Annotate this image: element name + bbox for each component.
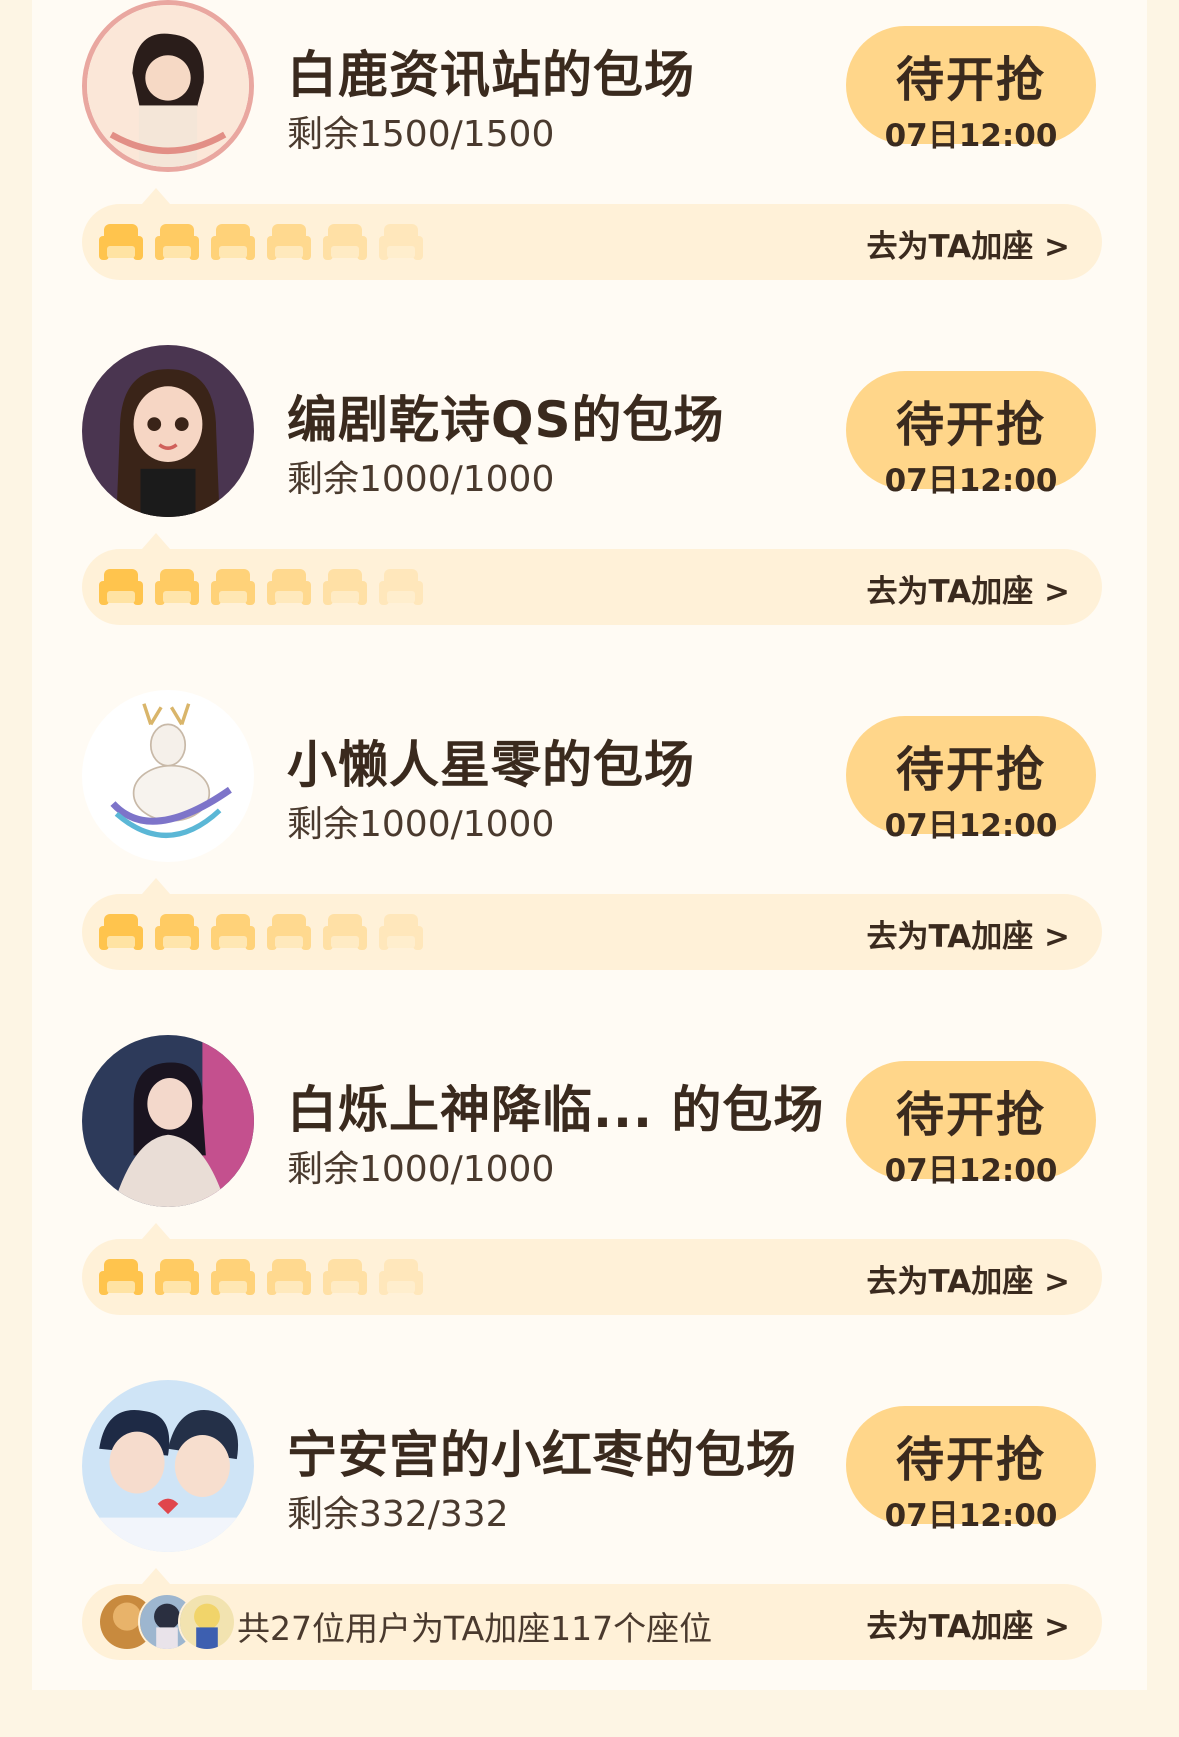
users-strip[interactable]: 共27位用户为TA加座117个座位 去为TA加座 > — [82, 1584, 1102, 1660]
remaining-seats: 剩余1000/1000 — [287, 804, 555, 845]
sofa-seat-icon — [154, 565, 200, 609]
remaining-seats: 剩余1000/1000 — [287, 459, 555, 500]
booking-card: 白鹿资讯站的包场 剩余1500/1500 待开抢 07日12:00 去为TA加座… — [32, 0, 1147, 300]
strip-pointer — [142, 878, 170, 894]
grab-button-label: 待开抢 — [895, 742, 1046, 798]
sofa-seat-icon — [266, 1255, 312, 1299]
sofa-seat-icon — [266, 220, 312, 264]
strip-pointer — [142, 1568, 170, 1584]
grab-button-time: 07日12:00 — [884, 1498, 1058, 1534]
sofa-seat-icon — [378, 220, 424, 264]
strip-pointer — [142, 1223, 170, 1239]
cartoon-girl-avatar[interactable] — [82, 345, 254, 517]
seat-row — [98, 565, 424, 609]
grab-button[interactable]: 待开抢 07日12:00 — [846, 716, 1096, 844]
user-avatar — [178, 1593, 236, 1651]
booking-card: 小懒人星零的包场 剩余1000/1000 待开抢 07日12:00 去为TA加座… — [32, 690, 1147, 990]
sofa-seat-icon — [154, 1255, 200, 1299]
seat-strip[interactable]: 去为TA加座 > — [82, 1239, 1102, 1315]
supporter-avatars — [98, 1593, 236, 1651]
sofa-seat-icon — [210, 220, 256, 264]
grab-button[interactable]: 待开抢 07日12:00 — [846, 371, 1096, 499]
add-seat-link[interactable]: 去为TA加座 > — [867, 221, 1071, 266]
booking-card: 白烁上神降临... 的包场 剩余1000/1000 待开抢 07日12:00 去… — [32, 1035, 1147, 1335]
grab-button-label: 待开抢 — [895, 1432, 1046, 1488]
grab-button-label: 待开抢 — [895, 1087, 1046, 1143]
sofa-seat-icon — [98, 1255, 144, 1299]
sofa-seat-icon — [266, 910, 312, 954]
grab-button[interactable]: 待开抢 07日12:00 — [846, 1061, 1096, 1189]
sofa-seat-icon — [154, 910, 200, 954]
booking-card: 编剧乾诗QS的包场 剩余1000/1000 待开抢 07日12:00 去为TA加… — [32, 345, 1147, 645]
sofa-seat-icon — [210, 1255, 256, 1299]
add-seat-link[interactable]: 去为TA加座 > — [867, 566, 1071, 611]
sofa-seat-icon — [210, 910, 256, 954]
supporters-summary: 共27位用户为TA加座117个座位 — [237, 1609, 713, 1648]
grab-button[interactable]: 待开抢 07日12:00 — [846, 26, 1096, 154]
booking-title: 白烁上神降临... 的包场 — [287, 1081, 825, 1139]
strip-pointer — [142, 188, 170, 204]
booking-title: 编剧乾诗QS的包场 — [287, 391, 725, 449]
sofa-seat-icon — [210, 565, 256, 609]
grab-button-label: 待开抢 — [895, 397, 1046, 453]
remaining-seats: 剩余1500/1500 — [287, 114, 555, 155]
sofa-seat-icon — [378, 1255, 424, 1299]
sofa-seat-icon — [154, 220, 200, 264]
booking-title: 宁安宫的小红枣的包场 — [287, 1426, 797, 1484]
remaining-seats: 剩余1000/1000 — [287, 1149, 555, 1190]
sofa-seat-icon — [98, 910, 144, 954]
seat-strip[interactable]: 去为TA加座 > — [82, 204, 1102, 280]
costume-actress-avatar[interactable] — [82, 1035, 254, 1207]
sofa-seat-icon — [322, 220, 368, 264]
grab-button-label: 待开抢 — [895, 52, 1046, 108]
strip-pointer — [142, 533, 170, 549]
grab-button-time: 07日12:00 — [884, 1153, 1058, 1189]
cartoon-couple-avatar[interactable] — [82, 1380, 254, 1552]
booking-card: 宁安宫的小红枣的包场 剩余332/332 待开抢 07日12:00 共27位用户… — [32, 1380, 1147, 1680]
grab-button-time: 07日12:00 — [884, 118, 1058, 154]
seat-row — [98, 910, 424, 954]
booking-title: 白鹿资讯站的包场 — [287, 46, 695, 104]
sofa-seat-icon — [322, 910, 368, 954]
seat-row — [98, 220, 424, 264]
sofa-seat-icon — [378, 565, 424, 609]
booking-title: 小懒人星零的包场 — [287, 736, 695, 794]
seat-booking-panel: 白鹿资讯站的包场 剩余1500/1500 待开抢 07日12:00 去为TA加座… — [32, 0, 1147, 1690]
fan-portrait-avatar[interactable] — [82, 0, 254, 172]
sofa-seat-icon — [98, 565, 144, 609]
grab-button-time: 07日12:00 — [884, 463, 1058, 499]
grab-button-time: 07日12:00 — [884, 808, 1058, 844]
sofa-seat-icon — [378, 910, 424, 954]
add-seat-link[interactable]: 去为TA加座 > — [867, 911, 1071, 956]
grab-button[interactable]: 待开抢 07日12:00 — [846, 1406, 1096, 1534]
seat-strip[interactable]: 去为TA加座 > — [82, 894, 1102, 970]
add-seat-link[interactable]: 去为TA加座 > — [867, 1601, 1071, 1646]
remaining-seats: 剩余332/332 — [287, 1494, 509, 1535]
sofa-seat-icon — [322, 565, 368, 609]
page-footer-bg — [0, 1690, 1179, 1737]
sofa-seat-icon — [322, 1255, 368, 1299]
white-deer-avatar[interactable] — [82, 690, 254, 862]
sofa-seat-icon — [98, 220, 144, 264]
sofa-seat-icon — [266, 565, 312, 609]
add-seat-link[interactable]: 去为TA加座 > — [867, 1256, 1071, 1301]
seat-row — [98, 1255, 424, 1299]
seat-strip[interactable]: 去为TA加座 > — [82, 549, 1102, 625]
